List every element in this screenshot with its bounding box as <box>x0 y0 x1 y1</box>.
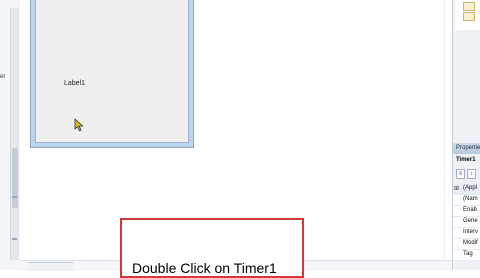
divider <box>12 196 17 198</box>
property-row[interactable]: ⊞ (Appl <box>453 184 480 195</box>
properties-toolbar: ≡ ↕ <box>456 169 480 181</box>
property-row[interactable]: (Nam <box>453 195 480 206</box>
file-icon[interactable] <box>463 2 475 11</box>
properties-grid: ⊞ (Appl (Nam Enab Gene Interv Modif Tag <box>453 184 480 261</box>
property-row[interactable]: Interv <box>453 228 480 239</box>
toolbox-snippet: er <box>0 74 6 80</box>
toolbox-strip: er <box>0 0 21 270</box>
expand-icon[interactable]: ⊞ <box>454 185 459 192</box>
divider <box>12 238 17 240</box>
instruction-callout: Double Click on Timer1 <box>120 218 304 278</box>
label1-control[interactable]: Label1 <box>64 80 85 87</box>
properties-object-name[interactable]: Timer1 <box>456 157 476 163</box>
alphabetical-icon[interactable]: ↕ <box>467 169 476 179</box>
property-row[interactable]: Modif <box>453 239 480 250</box>
form-client-area[interactable]: Label1 <box>35 0 189 143</box>
property-row[interactable]: Enab <box>453 206 480 217</box>
right-panel: Propertie Timer1 ≡ ↕ ⊞ (Appl (Nam Enab G… <box>452 0 480 270</box>
property-row[interactable]: Gene <box>453 217 480 228</box>
toolbox-scrollbar[interactable] <box>10 8 19 260</box>
toolbox-scroll-thumb[interactable] <box>12 148 18 208</box>
property-name: Tag <box>463 251 473 257</box>
callout-text: Double Click on Timer1 <box>132 260 277 276</box>
property-name: (Nam <box>463 196 478 202</box>
property-name: Interv <box>463 229 479 235</box>
property-name: Enab <box>463 207 478 213</box>
design-surface-edge <box>444 0 445 260</box>
property-name: (Appl <box>463 185 478 191</box>
categorized-icon[interactable]: ≡ <box>456 169 465 179</box>
properties-panel-title: Propertie <box>453 143 480 154</box>
mouse-pointer-icon <box>74 118 84 132</box>
file-icon[interactable] <box>463 12 475 21</box>
property-row[interactable]: Tag <box>453 250 480 261</box>
property-name: Gene <box>463 218 478 224</box>
form-designer-window[interactable]: Label1 <box>30 0 194 148</box>
solution-explorer <box>455 0 480 30</box>
property-name: Modif <box>463 240 478 246</box>
